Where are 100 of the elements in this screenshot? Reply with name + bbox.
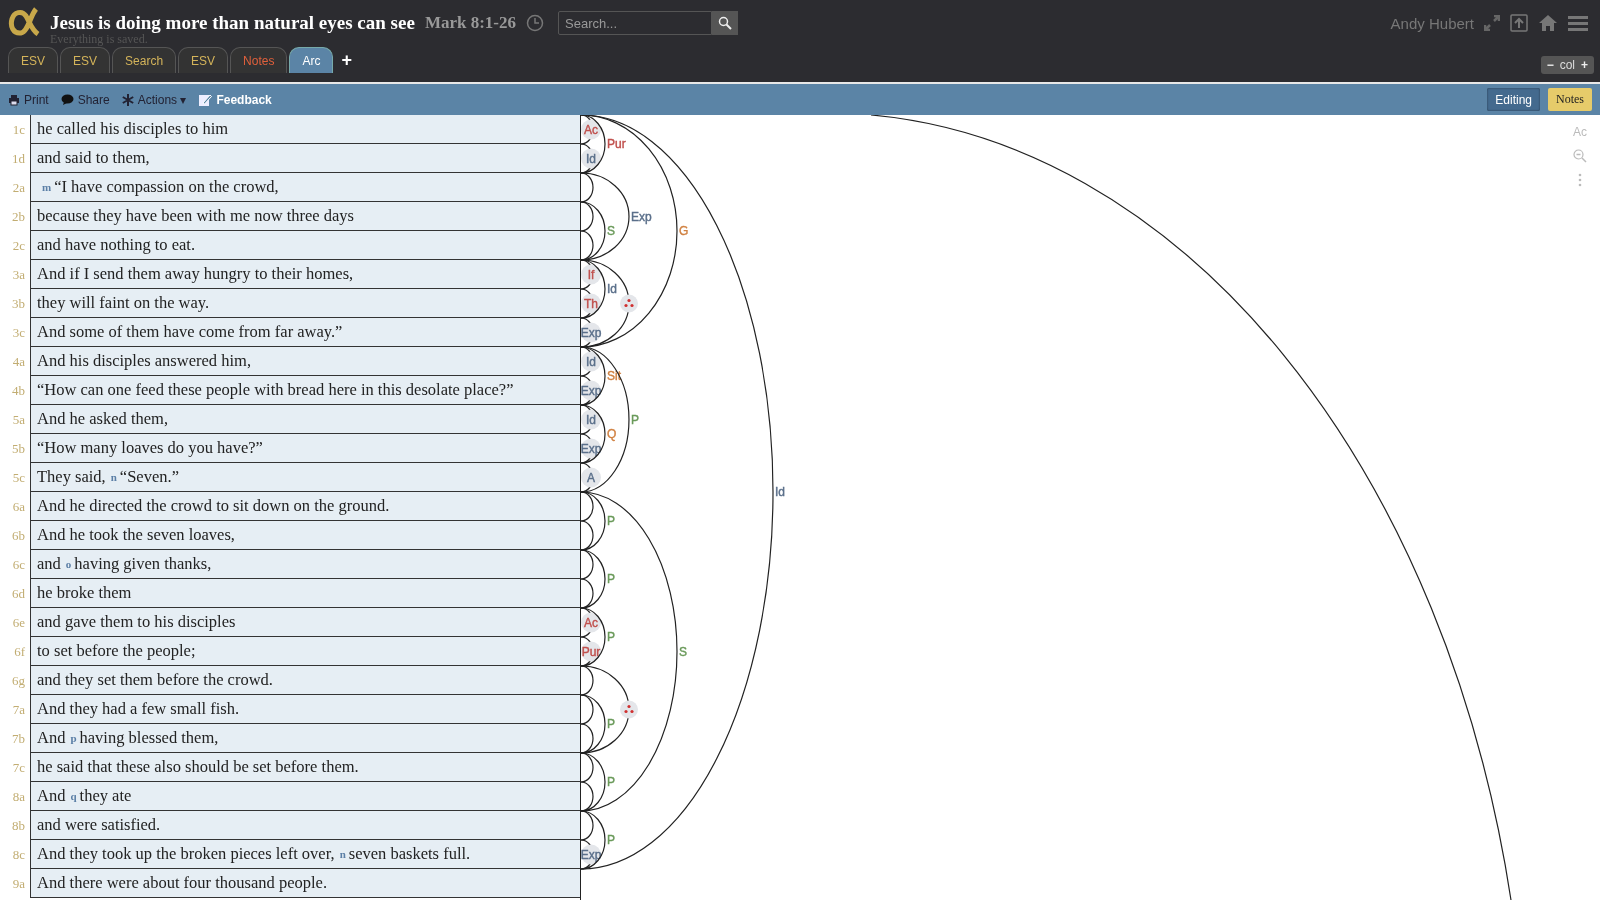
arc-label[interactable]: P (607, 775, 615, 789)
passage-reference: Mark 8:1-26 (424, 13, 516, 33)
search-button[interactable] (712, 11, 738, 35)
phrase-cell[interactable]: and said to them, (30, 144, 580, 173)
verse-label: 4a (11, 352, 26, 371)
arc-label[interactable]: P (607, 630, 615, 644)
toggle-button[interactable]: Editing (1487, 88, 1540, 111)
therefore-dots-icon[interactable] (620, 294, 638, 313)
tab[interactable]: ESV (60, 47, 111, 73)
verse-label: 1c (11, 120, 26, 139)
clock-icon[interactable] (526, 14, 544, 32)
more-options-icon[interactable] (1578, 173, 1582, 187)
speech-bubble-icon (60, 93, 74, 106)
arc-label[interactable]: Q (607, 427, 617, 441)
toolbar-button[interactable]: Print (8, 92, 49, 107)
phrase-cell[interactable]: they will faint on the way. (30, 289, 580, 318)
verse-label: 7a (11, 700, 26, 719)
verse-label: 5c (11, 468, 26, 487)
arc-label[interactable]: P (607, 717, 615, 731)
verse-label: 7c (11, 758, 26, 777)
upload-icon[interactable] (1510, 14, 1528, 32)
verse-label: 6f (13, 642, 26, 661)
verse-label: 6b (11, 526, 26, 545)
printer-icon (8, 93, 20, 106)
verse-label: 3a (11, 265, 26, 284)
phrase-cell[interactable]: and have nothing to eat. (30, 231, 580, 260)
pencil-note-icon (198, 92, 213, 107)
verse-label: 8c (11, 845, 26, 864)
add-column-button[interactable]: + (1581, 58, 1588, 72)
phrase-cell[interactable]: And he directed the crowd to sit down on the ground. (30, 492, 580, 521)
verse-label: 5b (11, 439, 26, 458)
add-tab-button[interactable]: + (335, 47, 358, 73)
arc-label[interactable]: P (607, 514, 615, 528)
toggle-button[interactable]: Notes (1548, 88, 1592, 111)
menu-icon[interactable] (1568, 15, 1588, 31)
verse-label: 4b (11, 381, 26, 400)
arc-label[interactable]: Sit (607, 369, 621, 383)
column-label: col (1559, 58, 1575, 72)
phrase-cell[interactable]: he called his disciples to him (30, 115, 580, 144)
arc-label[interactable]: G (679, 224, 689, 238)
tab[interactable]: Notes (230, 47, 288, 73)
verse-label: 6e (11, 613, 26, 632)
asterisk-icon (121, 93, 134, 106)
phrase-cell[interactable]: because they have been with me now three days (30, 202, 580, 231)
phrase-cell[interactable]: and were satisfied. (30, 811, 580, 840)
phrase-cell[interactable]: he said that these also should be set before them. (30, 753, 580, 782)
search-field[interactable]: Search... (558, 11, 712, 35)
arc-label[interactable]: P (631, 412, 639, 427)
phrase-cell[interactable]: And his disciples answered him, (30, 347, 580, 376)
verse-label: 6g (11, 671, 26, 690)
toolbar-button[interactable]: Actions ▾ (121, 92, 187, 107)
verse-label: 1d (11, 149, 26, 168)
tab[interactable]: ESV (178, 47, 229, 73)
arc-label[interactable]: Exp (631, 209, 652, 224)
verse-label: 7b (11, 729, 26, 748)
phrase-cell[interactable]: And they had a few small fish. (30, 695, 580, 724)
tab[interactable]: ESV (8, 47, 58, 73)
arc-label[interactable]: Pur (607, 137, 626, 151)
expand-icon[interactable] (1484, 15, 1500, 31)
verse-label: 3b (11, 294, 26, 313)
user-name[interactable]: Andy Hubert (1390, 14, 1474, 32)
verse-label: 8a (11, 787, 26, 806)
home-icon[interactable] (1538, 14, 1558, 32)
verse-label: 6c (11, 555, 26, 574)
toolbar-button[interactable]: Share (60, 92, 110, 107)
phrase-cell[interactable]: he broke them (30, 579, 580, 608)
verse-label: 2a (11, 178, 26, 197)
phrase-cell[interactable]: And if I send them away hungry to their homes, (30, 260, 580, 289)
arc-label[interactable]: S (679, 644, 687, 659)
zoom-out-icon[interactable] (1573, 149, 1587, 163)
verse-label: 9a (11, 874, 26, 893)
tab[interactable]: Arc (289, 47, 334, 73)
verse-label: 5a (11, 410, 26, 429)
verse-label: 3c (11, 323, 26, 342)
toolbar-button[interactable]: Feedback (198, 92, 272, 107)
tab[interactable]: Search (112, 47, 177, 73)
phrase-cell[interactable]: And some of them have come from far away.” (30, 318, 580, 347)
remove-column-button[interactable]: − (1546, 58, 1554, 72)
therefore-dots-icon[interactable] (620, 700, 638, 719)
alpha-logo-icon[interactable] (8, 6, 40, 36)
arc-label[interactable]: P (607, 572, 615, 586)
phrase-cell[interactable]: And there were about four thousand people. (30, 869, 580, 898)
verse-label: 2c (11, 236, 26, 255)
arc-label[interactable]: Id (775, 485, 785, 499)
phrase-cell[interactable]: “How can one feed these people with bread here in this desolate place?” (30, 376, 580, 405)
phrase-cell[interactable]: “How many loaves do you have?” (30, 434, 580, 463)
phrase-cell[interactable]: to set before the people; (30, 637, 580, 666)
phrase-cell[interactable]: And he asked them, (30, 405, 580, 434)
verse-label: 8b (11, 816, 26, 835)
arc-label[interactable]: S (607, 224, 615, 238)
verse-label: 6a (11, 497, 26, 516)
search-icon (718, 16, 732, 30)
document-title: Jesus is doing more than natural eyes can see (50, 12, 415, 34)
arc-label[interactable]: Id (607, 282, 617, 296)
verse-label: 2b (11, 207, 26, 226)
phrase-cell[interactable]: and gave them to his disciples (30, 608, 580, 637)
phrase-cell[interactable]: and they set them before the crowd. (30, 666, 580, 695)
phrase-cell[interactable]: And he took the seven loaves, (30, 521, 580, 550)
verse-label: 6d (11, 584, 26, 603)
arc-label[interactable]: P (607, 833, 615, 847)
